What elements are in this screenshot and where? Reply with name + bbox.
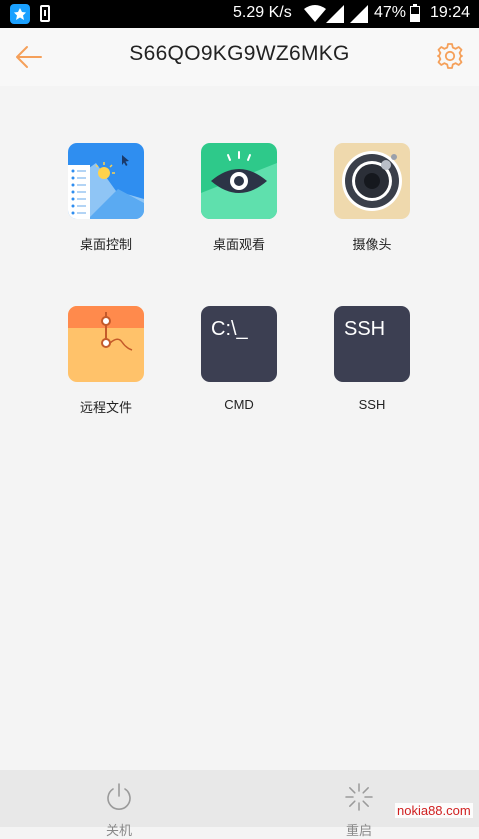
- app-header: S66QO9KG9WZ6MKG: [0, 28, 479, 86]
- app-notification-icon: [10, 4, 30, 24]
- bottom-nav: 关机 重启: [0, 770, 479, 838]
- cmd-icon-text: C:\_: [211, 318, 248, 340]
- ssh-terminal-icon: SSH: [334, 306, 410, 382]
- restart-label[interactable]: 重启: [344, 820, 374, 839]
- battery-percent: 47%: [374, 4, 407, 21]
- tile-label: 桌面观看: [212, 237, 265, 252]
- tile-desktop-control[interactable]: 桌面控制: [51, 143, 161, 263]
- signal-icon: [350, 5, 368, 23]
- power-icon[interactable]: [104, 782, 134, 812]
- tile-label: 桌面控制: [79, 237, 132, 252]
- tile-cmd[interactable]: C:\_ CMD: [184, 306, 294, 426]
- tile-label: SSH: [358, 397, 386, 412]
- tile-remote-files[interactable]: 远程文件: [51, 306, 161, 426]
- desktop-control-icon: [68, 143, 144, 219]
- shutdown-label[interactable]: 关机: [104, 820, 134, 839]
- network-speed: 5.29 K/s: [233, 4, 292, 21]
- tile-label: CMD: [224, 397, 254, 412]
- loading-icon[interactable]: [344, 782, 374, 812]
- camera-icon: [334, 143, 410, 219]
- tile-label: 摄像头: [352, 237, 392, 252]
- ssh-icon-text: SSH: [344, 318, 386, 340]
- phone-notification-icon: [40, 5, 50, 22]
- tile-ssh[interactable]: SSH SSH: [317, 306, 427, 426]
- tile-camera[interactable]: 摄像头: [317, 143, 427, 263]
- folder-icon: [68, 306, 144, 382]
- eye-icon: [201, 143, 277, 219]
- tile-desktop-watch[interactable]: 桌面观看: [184, 143, 294, 263]
- wifi-icon: [304, 5, 326, 22]
- gear-icon[interactable]: [436, 42, 464, 70]
- watermark: nokia88.com: [395, 803, 473, 818]
- status-bar: 5.29 K/s 47% 19:24: [0, 0, 479, 28]
- page-title: S66QO9KG9WZ6MKG: [129, 42, 350, 65]
- tile-label: 远程文件: [79, 400, 132, 415]
- signal-icon: [326, 5, 344, 23]
- clock: 19:24: [430, 4, 471, 21]
- battery-icon: [410, 4, 420, 22]
- cmd-terminal-icon: C:\_: [201, 306, 277, 382]
